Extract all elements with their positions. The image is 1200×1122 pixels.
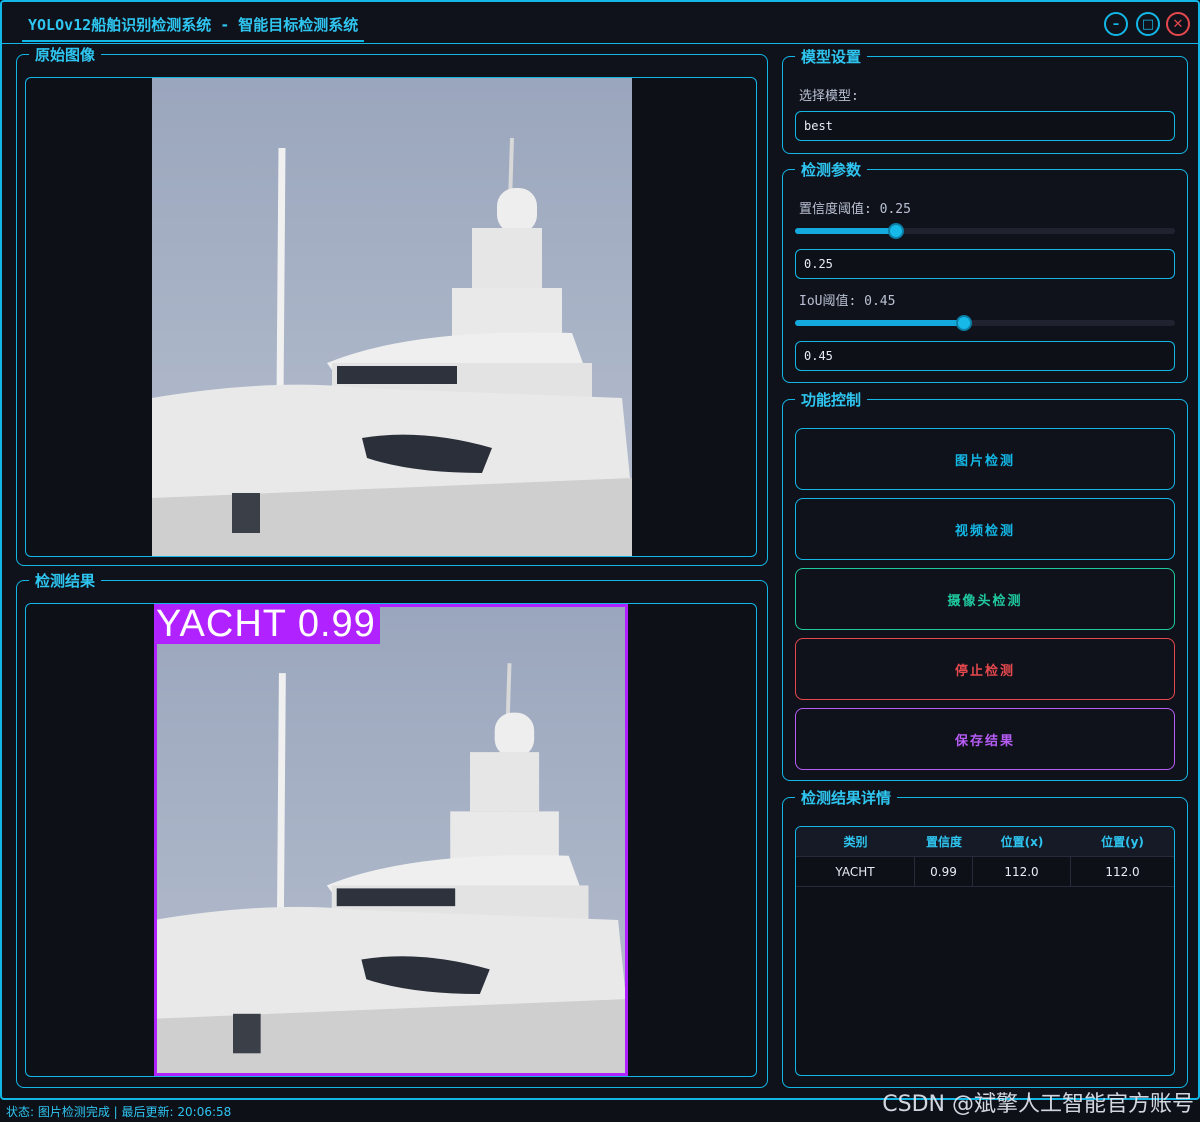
detection-result-title: 检测结果 bbox=[29, 571, 102, 591]
cell-confidence: 0.99 bbox=[915, 857, 973, 886]
confidence-input[interactable]: 0.25 bbox=[795, 249, 1175, 279]
select-model-label: 选择模型: bbox=[799, 89, 859, 104]
title-bar: YOLOv12船舶识别检测系统 - 智能目标检测系统 – □ ✕ bbox=[2, 2, 1198, 44]
table-row[interactable]: YACHT 0.99 112.0 112.0 bbox=[796, 857, 1174, 887]
iou-label: IoU阈值: 0.45 bbox=[799, 294, 896, 309]
stop-detect-button[interactable]: 停止检测 bbox=[795, 638, 1175, 700]
model-settings-panel: 模型设置 选择模型: best bbox=[782, 47, 1188, 154]
detection-result-panel: 检测结果 YACHT 0.99 bbox=[16, 571, 768, 1088]
cell-x: 112.0 bbox=[973, 857, 1071, 886]
iou-slider[interactable] bbox=[795, 315, 1175, 331]
original-image-frame bbox=[25, 77, 757, 557]
result-details-title: 检测结果详情 bbox=[795, 788, 898, 808]
table-header: 类别 置信度 位置(x) 位置(y) bbox=[796, 827, 1174, 857]
close-icon[interactable]: ✕ bbox=[1166, 12, 1190, 36]
result-details-panel: 检测结果详情 类别 置信度 位置(x) 位置(y) YACHT 0.99 112… bbox=[782, 788, 1188, 1088]
cell-class: YACHT bbox=[796, 857, 915, 886]
column-header-confidence[interactable]: 置信度 bbox=[915, 827, 973, 856]
model-settings-title: 模型设置 bbox=[795, 47, 868, 67]
app-window: YOLOv12船舶识别检测系统 - 智能目标检测系统 – □ ✕ 原始图像 检测… bbox=[0, 0, 1200, 1100]
confidence-slider[interactable] bbox=[795, 223, 1175, 239]
maximize-icon[interactable]: □ bbox=[1136, 12, 1160, 36]
detection-params-panel: 检测参数 置信度阈值: 0.25 0.25 IoU阈值: 0.45 0.45 bbox=[782, 160, 1188, 383]
iou-slider-handle[interactable] bbox=[956, 315, 973, 331]
watermark: CSDN @斌擎人工智能官方账号 bbox=[882, 1092, 1194, 1117]
results-table[interactable]: 类别 置信度 位置(x) 位置(y) YACHT 0.99 112.0 112.… bbox=[795, 826, 1175, 1076]
cell-y: 112.0 bbox=[1105, 864, 1140, 879]
iou-slider-fill bbox=[795, 320, 965, 326]
video-detect-button[interactable]: 视频检测 bbox=[795, 498, 1175, 560]
model-select[interactable]: best bbox=[795, 111, 1175, 141]
column-header-y[interactable]: 位置(y) bbox=[1071, 827, 1174, 856]
detection-label: YACHT 0.99 bbox=[154, 604, 380, 644]
original-image-title: 原始图像 bbox=[29, 45, 102, 65]
detection-params-title: 检测参数 bbox=[795, 160, 868, 180]
minimize-icon[interactable]: – bbox=[1104, 12, 1128, 36]
yacht-photo bbox=[152, 78, 632, 556]
confidence-slider-fill bbox=[795, 228, 896, 234]
image-detect-button[interactable]: 图片检测 bbox=[795, 428, 1175, 490]
confidence-label: 置信度阈值: 0.25 bbox=[799, 202, 911, 217]
iou-input[interactable]: 0.45 bbox=[795, 341, 1175, 371]
camera-detect-button[interactable]: 摄像头检测 bbox=[795, 568, 1175, 630]
detection-result-frame: YACHT 0.99 bbox=[25, 603, 757, 1077]
save-result-button[interactable]: 保存结果 bbox=[795, 708, 1175, 770]
original-image-panel: 原始图像 bbox=[16, 45, 768, 566]
column-header-class[interactable]: 类别 bbox=[796, 827, 915, 856]
confidence-slider-handle[interactable] bbox=[887, 223, 904, 239]
detection-bounding-box: YACHT 0.99 bbox=[154, 604, 628, 1076]
function-control-panel: 功能控制 图片检测 视频检测 摄像头检测 停止检测 保存结果 bbox=[782, 390, 1188, 781]
function-control-title: 功能控制 bbox=[795, 390, 868, 410]
window-title: YOLOv12船舶识别检测系统 - 智能目标检测系统 bbox=[22, 8, 365, 42]
column-header-x[interactable]: 位置(x) bbox=[973, 827, 1071, 856]
original-image bbox=[152, 78, 632, 556]
